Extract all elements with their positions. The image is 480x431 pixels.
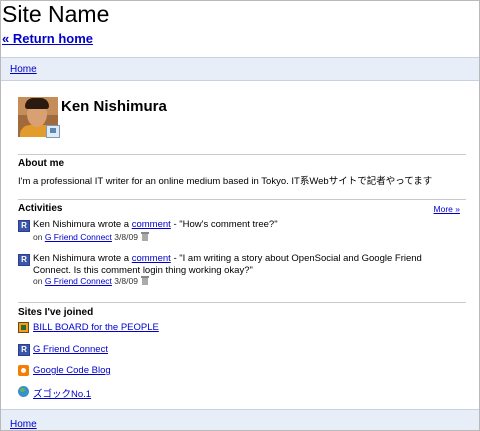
activity-date: 3/8/09 bbox=[111, 232, 138, 242]
divider bbox=[18, 199, 466, 200]
r-icon: R bbox=[18, 254, 30, 266]
sites-joined-heading: Sites I've joined bbox=[18, 307, 94, 318]
more-activities-link[interactable]: More » bbox=[434, 204, 460, 214]
activity-actor: Ken Nishimura wrote a bbox=[33, 253, 132, 264]
twitter-badge-icon bbox=[46, 125, 60, 138]
site-link[interactable]: BILL BOARD for the PEOPLE bbox=[33, 322, 159, 333]
activity-on-label: on bbox=[33, 232, 45, 242]
activity-actor: Ken Nishimura wrote a bbox=[33, 219, 132, 230]
site-link[interactable]: Google Code Blog bbox=[33, 365, 111, 376]
home-link-bottom[interactable]: Home bbox=[10, 419, 37, 430]
comment-link[interactable]: comment bbox=[132, 253, 171, 264]
site-name: Site Name bbox=[2, 1, 110, 27]
comment-link[interactable]: comment bbox=[132, 219, 171, 230]
return-home-link[interactable]: « Return home bbox=[2, 31, 93, 46]
site-link[interactable]: ズゴックNo.1 bbox=[33, 386, 91, 400]
divider bbox=[18, 154, 466, 155]
site-link[interactable]: G Friend Connect bbox=[33, 344, 108, 355]
about-me-heading: About me bbox=[18, 158, 65, 169]
activity-date: 3/8/09 bbox=[111, 276, 138, 286]
profile-name: Ken Nishimura bbox=[61, 98, 167, 115]
about-me-text: I'm a professional IT writer for an onli… bbox=[18, 176, 433, 187]
activity-on-label: on bbox=[33, 276, 45, 286]
activity-meta: on G Friend Connect 3/8/09 bbox=[33, 232, 149, 242]
activity-meta: on G Friend Connect 3/8/09 bbox=[33, 276, 149, 286]
trash-icon[interactable] bbox=[140, 276, 149, 285]
billboard-icon bbox=[18, 322, 29, 333]
home-link-top[interactable]: Home bbox=[10, 64, 37, 75]
activities-heading: Activities bbox=[18, 203, 63, 214]
globe-icon bbox=[18, 386, 29, 397]
top-nav-bar: Home bbox=[1, 57, 479, 81]
activity-item: Ken Nishimura wrote a comment - "I am wr… bbox=[33, 253, 448, 277]
r-icon: R bbox=[18, 220, 30, 232]
gfc-source-link[interactable]: G Friend Connect bbox=[45, 232, 112, 242]
bottom-nav-bar: Home bbox=[1, 409, 479, 430]
trash-icon[interactable] bbox=[140, 232, 149, 241]
activity-item: Ken Nishimura wrote a comment - "How's c… bbox=[33, 219, 448, 231]
divider bbox=[18, 302, 466, 303]
gfc-source-link[interactable]: G Friend Connect bbox=[45, 276, 112, 286]
r-icon: R bbox=[18, 344, 30, 356]
blogger-icon bbox=[18, 365, 29, 376]
activity-text: - "How's comment tree?" bbox=[170, 219, 278, 230]
